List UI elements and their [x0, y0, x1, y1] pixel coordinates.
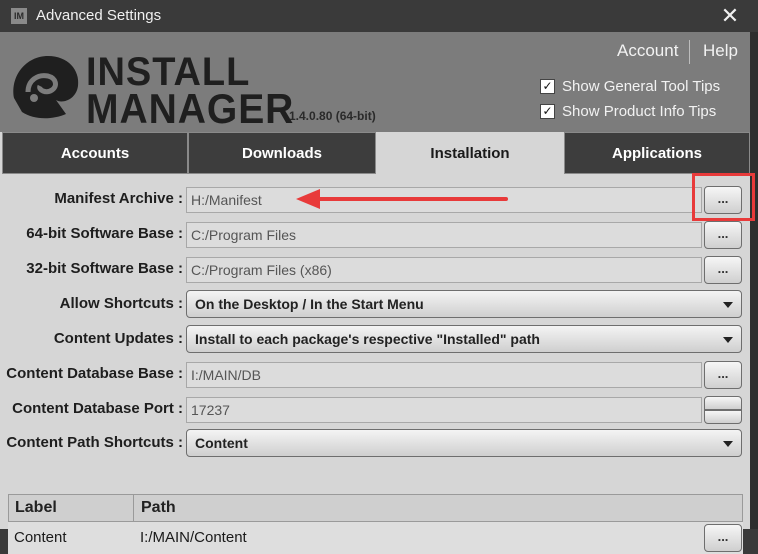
content-db-base-field[interactable]: I:/MAIN/DB: [186, 362, 702, 388]
content-db-base-label: Content Database Base :: [6, 365, 183, 382]
red-arrow-annotation: [296, 189, 508, 209]
installation-settings-form: Manifest Archive : H:/Manifest ... 64-bi…: [0, 174, 750, 554]
column-divider: [133, 495, 134, 522]
advanced-settings-window: INSTALL MANAGER 1.4.0.80 (64-bit) Accoun…: [0, 32, 750, 554]
column-header-label: Label: [15, 499, 57, 516]
close-icon[interactable]: ✕: [716, 2, 744, 30]
header: INSTALL MANAGER 1.4.0.80 (64-bit) Accoun…: [0, 32, 750, 132]
content-path-shortcuts-value: Content: [195, 435, 248, 451]
content-path-browse-button[interactable]: ...: [704, 524, 742, 552]
product-info-tips-toggle[interactable]: ✓ Show Product Info Tips: [540, 103, 716, 120]
app-icon: IM: [11, 8, 27, 24]
help-link[interactable]: Help: [703, 41, 738, 61]
sw-base-64-label: 64-bit Software Base :: [26, 225, 183, 242]
port-decrement-button[interactable]: [704, 410, 742, 424]
row-label-cell: Content: [14, 529, 67, 546]
content-paths-table: Label Path Content I:/MAIN/Content ...: [8, 494, 743, 554]
chevron-down-icon: [723, 302, 733, 308]
content-db-port-field[interactable]: 17237: [186, 397, 702, 423]
chevron-down-icon: [723, 337, 733, 343]
content-path-shortcuts-dropdown[interactable]: Content: [186, 429, 742, 457]
content-updates-dropdown[interactable]: Install to each package's respective "In…: [186, 325, 742, 353]
highlight-box: [692, 173, 755, 221]
link-divider: [689, 40, 690, 64]
table-row[interactable]: Content I:/MAIN/Content ...: [8, 522, 743, 554]
column-header-path: Path: [141, 499, 176, 516]
sw-base-64-browse-button[interactable]: ...: [704, 221, 742, 249]
tab-applications[interactable]: Applications: [564, 132, 750, 174]
row-path-cell: I:/MAIN/Content: [140, 529, 247, 546]
content-updates-label: Content Updates :: [53, 330, 183, 347]
content-path-shortcuts-label: Content Path Shortcuts :: [6, 434, 183, 451]
title-bar: IM Advanced Settings ✕: [0, 0, 758, 32]
tab-accounts[interactable]: Accounts: [2, 132, 188, 174]
allow-shortcuts-label: Allow Shortcuts :: [59, 295, 183, 312]
content-db-port-label: Content Database Port :: [12, 400, 183, 417]
general-tooltips-toggle[interactable]: ✓ Show General Tool Tips: [540, 78, 720, 95]
account-link[interactable]: Account: [617, 41, 678, 61]
checkbox-general-tooltips[interactable]: ✓: [540, 79, 555, 94]
port-increment-button[interactable]: [704, 396, 742, 410]
allow-shortcuts-dropdown[interactable]: On the Desktop / In the Start Menu: [186, 290, 742, 318]
logo-mark-icon: [13, 56, 79, 119]
sw-base-32-label: 32-bit Software Base :: [26, 260, 183, 277]
content-updates-value: Install to each package's respective "In…: [195, 331, 540, 347]
product-info-tips-label: Show Product Info Tips: [562, 103, 717, 120]
table-header: Label Path: [8, 494, 743, 522]
general-tooltips-label: Show General Tool Tips: [562, 78, 721, 95]
chevron-down-icon: [723, 441, 733, 447]
version-label: 1.4.0.80 (64-bit): [289, 109, 376, 123]
sw-base-32-browse-button[interactable]: ...: [704, 256, 742, 284]
tab-downloads[interactable]: Downloads: [188, 132, 376, 174]
window-title: Advanced Settings: [36, 7, 162, 24]
background-strip: [750, 32, 758, 529]
sw-base-64-field[interactable]: C:/Program Files: [186, 222, 702, 248]
sw-base-32-field[interactable]: C:/Program Files (x86): [186, 257, 702, 283]
content-db-base-browse-button[interactable]: ...: [704, 361, 742, 389]
logo-text-manager: MANAGER: [86, 85, 295, 132]
allow-shortcuts-value: On the Desktop / In the Start Menu: [195, 296, 424, 312]
manifest-archive-label: Manifest Archive :: [54, 190, 183, 207]
tab-installation[interactable]: Installation: [376, 132, 564, 174]
checkbox-product-info-tips[interactable]: ✓: [540, 104, 555, 119]
tab-bar: Accounts Downloads Installation Applicat…: [0, 132, 750, 174]
